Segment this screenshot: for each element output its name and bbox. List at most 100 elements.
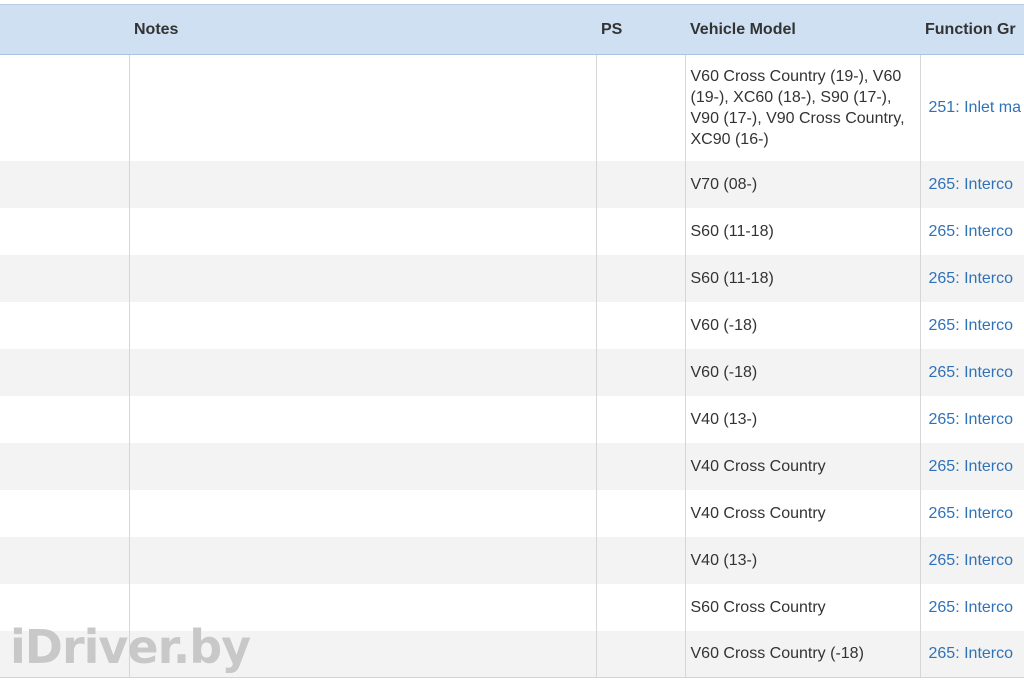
notes-cell [128, 348, 596, 396]
notes-cell [128, 54, 596, 161]
first-cell [0, 255, 129, 302]
ps-cell [595, 395, 685, 443]
function-group-text: : Interco [955, 175, 1014, 193]
function-group-code: 265 [928, 363, 956, 381]
table-row: V60 (-18) 265: Interco [0, 348, 1024, 396]
function-group-code: 265 [928, 175, 956, 193]
ps-cell [595, 536, 685, 584]
function-group-text: : Interco [955, 598, 1014, 616]
vehicle-model-cell: V60 (-18) [684, 301, 920, 349]
function-group-text: : Interco [955, 457, 1014, 475]
notes-cell [128, 207, 596, 255]
vehicle-model-cell: S60 (11-18) [684, 254, 920, 302]
parts-table-container: Notes PS Vehicle Model Function Gr V60 C… [0, 0, 1024, 683]
column-header-vehicle-model[interactable]: Vehicle Model [685, 4, 920, 55]
notes-cell [128, 442, 596, 490]
ps-cell [595, 583, 685, 631]
first-cell [0, 396, 129, 443]
function-group-text: : Interco [955, 316, 1014, 334]
table-row: V40 (13-) 265: Interco [0, 395, 1024, 443]
function-group-code: 265 [928, 222, 956, 240]
ps-cell [595, 630, 685, 678]
first-cell [0, 490, 129, 537]
table-header: Notes PS Vehicle Model Function Gr [0, 4, 1024, 55]
notes-cell [128, 583, 596, 631]
column-header-first [0, 4, 129, 55]
table-row: V40 Cross Country 265: Interco [0, 489, 1024, 537]
first-cell [0, 630, 129, 678]
function-group-link[interactable]: 265: Interco [919, 348, 1024, 396]
notes-cell [128, 160, 596, 208]
ps-cell [595, 348, 685, 396]
column-header-function-group[interactable]: Function Gr [920, 4, 1024, 55]
notes-cell [128, 489, 596, 537]
vehicle-model-cell: V60 Cross Country (19-), V60 (19-), XC60… [684, 54, 920, 161]
table-row: V40 (13-) 265: Interco [0, 536, 1024, 584]
function-group-link[interactable]: 251: Inlet ma [919, 54, 1024, 161]
function-group-link[interactable]: 265: Interco [919, 442, 1024, 490]
function-group-link[interactable]: 265: Interco [919, 301, 1024, 349]
function-group-code: 265 [928, 645, 956, 663]
vehicle-model-cell: V40 Cross Country [684, 489, 920, 537]
table-row: S60 (11-18) 265: Interco [0, 207, 1024, 255]
function-group-code: 265 [928, 269, 956, 287]
table-row: V60 (-18) 265: Interco [0, 301, 1024, 349]
ps-cell [595, 442, 685, 490]
function-group-text: : Interco [955, 363, 1014, 381]
function-group-code: 265 [928, 598, 956, 616]
notes-cell [128, 395, 596, 443]
first-cell [0, 302, 129, 349]
table-body: V60 Cross Country (19-), V60 (19-), XC60… [0, 54, 1024, 678]
notes-cell [128, 536, 596, 584]
table-row: S60 Cross Country 265: Interco [0, 583, 1024, 631]
vehicle-model-cell: S60 (11-18) [684, 207, 920, 255]
first-cell [0, 537, 129, 584]
function-group-code: 265 [928, 504, 956, 522]
function-group-code: 265 [928, 457, 956, 475]
function-group-link[interactable]: 265: Interco [919, 395, 1024, 443]
column-header-notes[interactable]: Notes [129, 4, 596, 55]
column-header-ps[interactable]: PS [596, 4, 685, 55]
first-cell [0, 55, 129, 161]
table-row: V60 Cross Country (19-), V60 (19-), XC60… [0, 54, 1024, 161]
first-cell [0, 208, 129, 255]
ps-cell [595, 207, 685, 255]
function-group-link[interactable]: 265: Interco [919, 207, 1024, 255]
function-group-link[interactable]: 265: Interco [919, 536, 1024, 584]
function-group-link[interactable]: 265: Interco [919, 630, 1024, 678]
vehicle-model-cell: V60 Cross Country (-18) [684, 630, 920, 678]
vehicle-model-cell: V70 (08-) [684, 160, 920, 208]
function-group-link[interactable]: 265: Interco [919, 160, 1024, 208]
table-header-row: Notes PS Vehicle Model Function Gr [0, 4, 1024, 55]
parts-table: Notes PS Vehicle Model Function Gr V60 C… [0, 4, 1024, 678]
function-group-text: : Interco [955, 645, 1014, 663]
notes-cell [128, 630, 596, 678]
ps-cell [595, 254, 685, 302]
function-group-text: : Interco [955, 551, 1014, 569]
table-row: V40 Cross Country 265: Interco [0, 442, 1024, 490]
function-group-text: : Interco [955, 504, 1014, 522]
ps-cell [595, 54, 685, 161]
table-row: V70 (08-) 265: Interco [0, 160, 1024, 208]
ps-cell [595, 489, 685, 537]
function-group-text: : Interco [955, 410, 1014, 428]
first-cell [0, 443, 129, 490]
function-group-code: 251 [928, 99, 956, 117]
table-row: S60 (11-18) 265: Interco [0, 254, 1024, 302]
function-group-text: : Inlet ma [955, 99, 1022, 117]
function-group-link[interactable]: 265: Interco [919, 489, 1024, 537]
first-cell [0, 584, 129, 631]
function-group-link[interactable]: 265: Interco [919, 583, 1024, 631]
ps-cell [595, 301, 685, 349]
function-group-link[interactable]: 265: Interco [919, 254, 1024, 302]
vehicle-model-cell: V40 (13-) [684, 536, 920, 584]
function-group-text: : Interco [955, 222, 1014, 240]
vehicle-model-cell: V40 (13-) [684, 395, 920, 443]
vehicle-model-cell: V60 (-18) [684, 348, 920, 396]
ps-cell [595, 160, 685, 208]
vehicle-model-cell: V40 Cross Country [684, 442, 920, 490]
first-cell [0, 161, 129, 208]
vehicle-model-cell: S60 Cross Country [684, 583, 920, 631]
notes-cell [128, 301, 596, 349]
function-group-code: 265 [928, 551, 956, 569]
